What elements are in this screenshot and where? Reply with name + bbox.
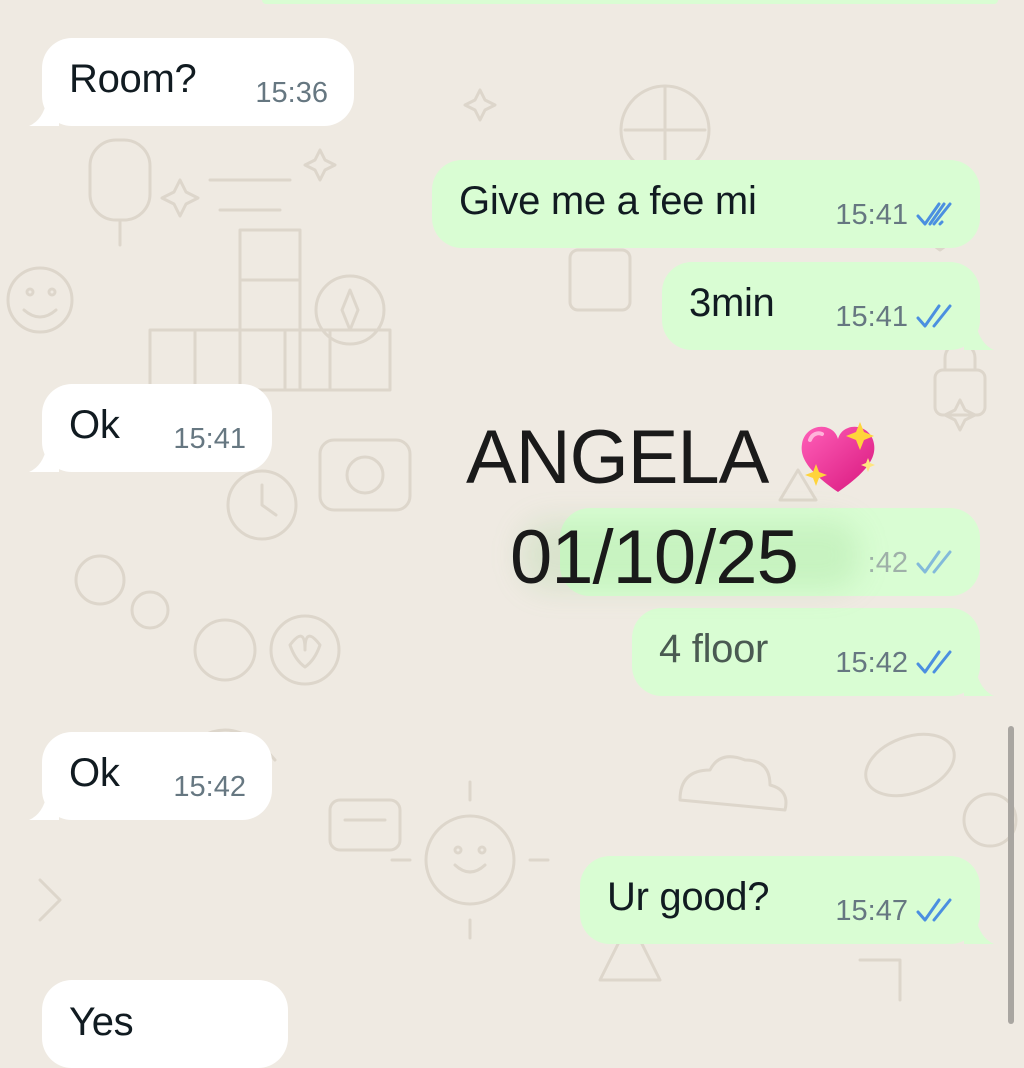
read-receipt-icon	[916, 304, 952, 328]
read-receipt-icon	[916, 202, 952, 226]
read-receipt-icon	[916, 550, 952, 574]
message-outgoing[interactable]: Ur good? 15:47	[580, 856, 994, 944]
message-outgoing[interactable]: 4 floor 15:42	[632, 608, 994, 696]
bubble-tail	[29, 794, 59, 820]
message-time: 15:42	[173, 771, 246, 803]
bubble-tail	[964, 670, 994, 696]
message-text: Ok	[69, 403, 120, 447]
message-text: Ur good?	[607, 875, 770, 919]
message-text: 3min	[689, 281, 775, 325]
message-outgoing[interactable]: 3min 15:41	[662, 262, 994, 350]
bubble-tail	[29, 446, 59, 472]
message-text: 4 floor	[659, 627, 769, 671]
message-incoming[interactable]: Yes	[42, 980, 288, 1068]
message-incoming[interactable]: Room? 15:36	[29, 38, 354, 126]
message-text: Yes	[69, 1000, 134, 1044]
text-sticker[interactable]: ANGELA 01/10/25	[466, 414, 886, 604]
bubble-tail	[964, 918, 994, 944]
message-time: 15:41	[173, 423, 246, 455]
message-time: 15:36	[255, 77, 328, 109]
message-text: Ok	[69, 751, 120, 795]
sticker-name: ANGELA	[466, 415, 769, 500]
message-incoming[interactable]: Ok 15:42	[29, 732, 272, 820]
message-outgoing[interactable]: Give me a fee mi 15:41	[432, 160, 980, 248]
read-receipt-icon	[916, 650, 952, 674]
read-receipt-icon	[916, 898, 952, 922]
scrollbar[interactable]	[1008, 726, 1014, 1024]
message-time: 15:42	[835, 647, 908, 679]
bubble-tail	[964, 324, 994, 350]
message-text: Room?	[69, 57, 197, 101]
message-incoming[interactable]: Ok 15:41	[29, 384, 272, 472]
message-time: 15:41	[835, 301, 908, 333]
sticker-date: 01/10/25	[510, 515, 799, 600]
sparkling-heart-icon	[801, 422, 875, 492]
bubble-tail	[29, 100, 59, 126]
message-text: Give me a fee mi	[459, 179, 757, 223]
message-time: 15:47	[835, 895, 908, 927]
message-time: 15:41	[835, 199, 908, 231]
